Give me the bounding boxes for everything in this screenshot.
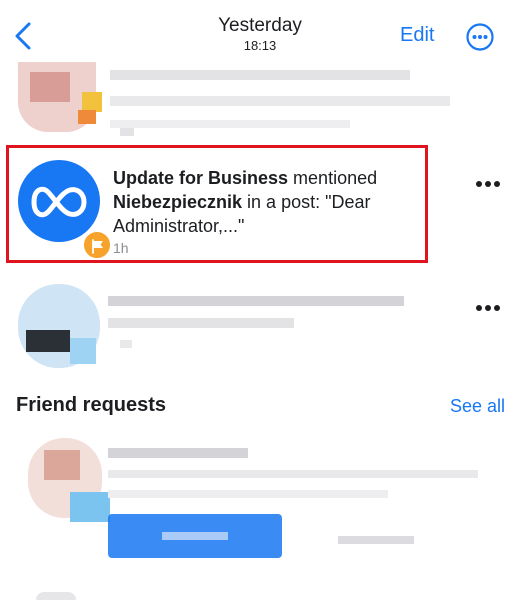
blurred-time — [120, 340, 132, 348]
notification-target: Niebezpiecznik — [113, 192, 243, 212]
header-time: 18:13 — [243, 38, 277, 53]
header-title: Yesterday — [218, 15, 302, 36]
meta-avatar — [18, 160, 112, 260]
blurred-avatar-part — [44, 450, 80, 480]
more-dots-icon — [476, 305, 482, 311]
blurred-text-line — [108, 470, 478, 478]
blurred-notification-item-2[interactable] — [0, 282, 520, 372]
notification-text: Update for Business mentioned Niebezpiec… — [113, 166, 413, 238]
meta-logo-icon — [31, 186, 87, 218]
edit-button[interactable]: Edit — [400, 24, 434, 47]
blurred-time — [338, 536, 414, 544]
friend-requests-title: Friend requests — [16, 394, 167, 416]
blurred-text-line — [108, 490, 388, 498]
notification-more-button-2[interactable] — [476, 298, 506, 312]
blurred-text-line — [110, 120, 350, 128]
highlighted-notification[interactable]: Update for Business mentioned Niebezpiec… — [6, 145, 428, 263]
notification-actor: Update for Business — [113, 168, 289, 188]
back-button[interactable] — [10, 20, 36, 52]
blurred-text-line — [110, 70, 410, 80]
blurred-text-line — [108, 296, 404, 306]
blurred-badge — [70, 492, 110, 522]
next-item-avatar — [36, 592, 76, 600]
notification-time: 1h — [113, 240, 129, 256]
confirm-request-button[interactable] — [108, 514, 282, 558]
notification-more-button[interactable] — [476, 174, 506, 188]
blurred-badge — [70, 338, 96, 364]
header-center: Yesterday 18:13 — [160, 14, 360, 54]
flag-badge — [82, 230, 112, 260]
back-chevron-icon — [15, 22, 31, 50]
more-dots-icon — [476, 181, 482, 187]
blurred-name — [108, 448, 248, 458]
more-circle-icon — [466, 23, 494, 51]
blurred-avatar-part — [30, 72, 70, 102]
notification-verb: mentioned — [288, 168, 378, 188]
confirm-button-label — [162, 532, 228, 540]
blurred-notification-item[interactable] — [0, 62, 520, 140]
blurred-text-line — [110, 96, 450, 106]
see-all-link[interactable]: See all — [450, 396, 505, 417]
more-options-button[interactable] — [466, 23, 494, 51]
top-bar: Yesterday 18:13 Edit — [0, 0, 520, 62]
blurred-badge — [82, 92, 102, 112]
blurred-time — [120, 128, 134, 136]
blurred-badge-part — [78, 110, 96, 124]
blurred-avatar-part — [26, 330, 70, 352]
blurred-text-line — [108, 318, 294, 328]
flag-icon — [92, 239, 103, 254]
